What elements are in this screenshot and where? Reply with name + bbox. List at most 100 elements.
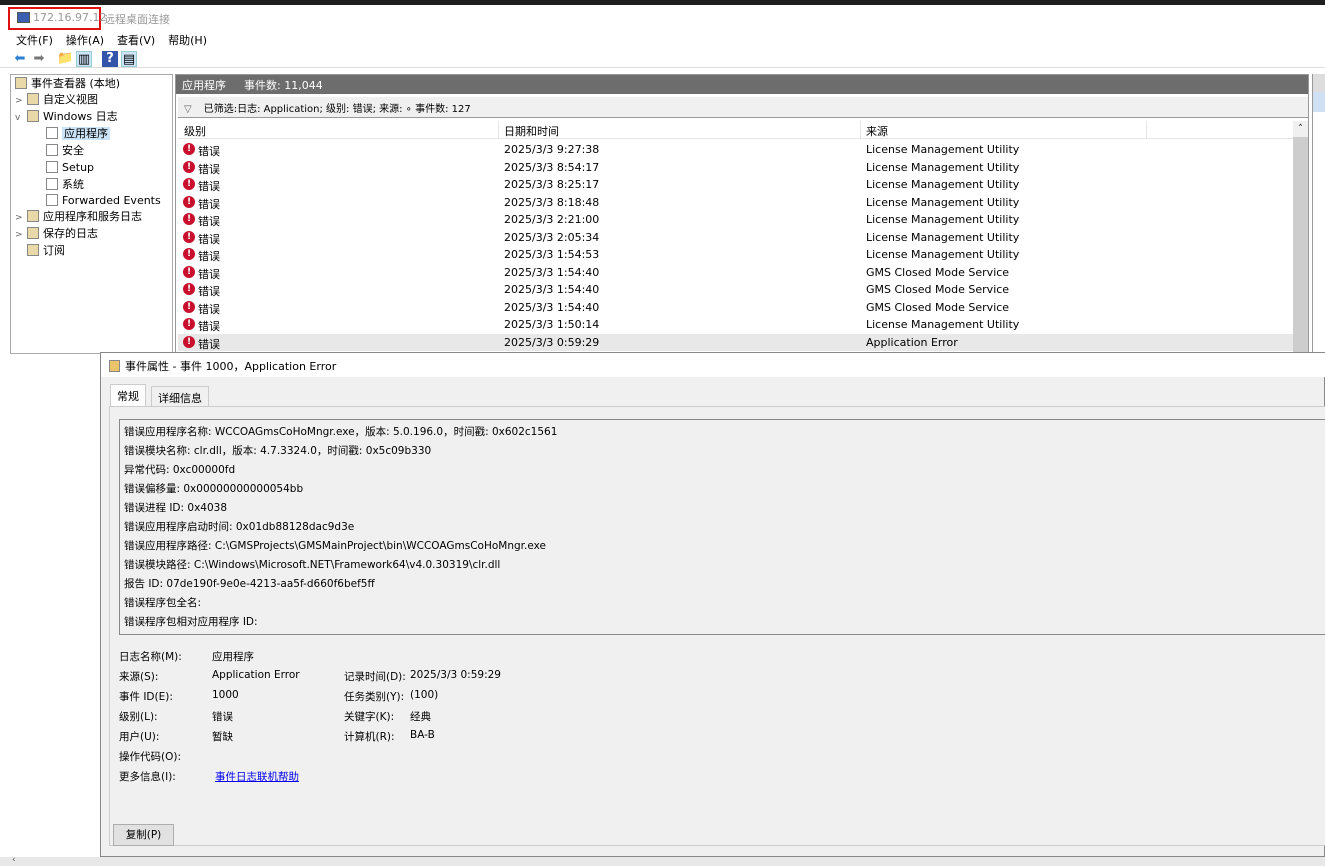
row-datetime: 2025/3/3 1:54:40	[504, 265, 600, 279]
tab-general[interactable]: 常规	[110, 384, 146, 406]
tree-item-windows-logs[interactable]: v Windows 日志	[15, 109, 118, 125]
menu-bar: 文件(F) 操作(A) 查看(V) 帮助(H)	[0, 30, 1325, 48]
tree-item-app-service-logs[interactable]: > 应用程序和服务日志	[15, 209, 142, 225]
column-divider[interactable]	[1146, 121, 1147, 139]
show-actions-icon[interactable]: ▤	[121, 51, 137, 67]
tree-root[interactable]: 事件查看器 (本地)	[15, 76, 120, 92]
subscription-icon	[27, 244, 39, 256]
horizontal-scrollbar[interactable]: ‹	[0, 855, 1325, 866]
scroll-up-icon[interactable]: ˄	[1293, 121, 1308, 137]
online-help-link[interactable]: 事件日志联机帮助	[215, 769, 299, 784]
forward-icon[interactable]: ➡	[31, 51, 47, 67]
tree-item-application[interactable]: 应用程序	[46, 126, 110, 142]
event-id-value[interactable]: 1000	[212, 689, 239, 701]
table-row[interactable]: ! 错误 2025/3/3 1:54:40 GMS Closed Mode Se…	[178, 264, 1293, 282]
row-datetime: 2025/3/3 0:59:29	[504, 335, 600, 349]
event-properties-icon	[109, 360, 120, 372]
vertical-scrollbar[interactable]	[1293, 121, 1308, 353]
log-name-value[interactable]: 应用程序	[212, 649, 254, 664]
window-app-title: 远程桌面连接	[104, 13, 170, 26]
show-tree-icon[interactable]: ▥	[76, 51, 92, 67]
help-icon[interactable]: ?	[102, 51, 118, 67]
tree-item-custom-views[interactable]: > 自定义视图	[15, 92, 98, 108]
actions-panel	[1312, 74, 1325, 354]
column-level[interactable]: 级别	[184, 123, 206, 139]
tree-item-setup[interactable]: Setup	[46, 160, 94, 176]
logged-value[interactable]: 2025/3/3 0:59:29	[410, 669, 501, 681]
log-icon	[46, 161, 58, 173]
user-value[interactable]: 暂缺	[212, 729, 233, 744]
row-level: 错误	[198, 145, 220, 158]
copy-button[interactable]: 复制(P)	[113, 824, 174, 846]
menu-help[interactable]: 帮助(H)	[168, 30, 214, 48]
actions-section[interactable]	[1313, 92, 1325, 112]
error-icon: !	[183, 265, 195, 278]
table-row[interactable]: ! 错误 2025/3/3 1:54:40 GMS Closed Mode Se…	[178, 281, 1293, 299]
dialog-title: 事件属性 - 事件 1000，Application Error	[125, 360, 337, 373]
tree-label: 保存的日志	[43, 227, 98, 240]
folder-icon	[27, 227, 39, 239]
tab-details[interactable]: 详细信息	[151, 386, 209, 406]
row-datetime: 2025/3/3 8:25:17	[504, 178, 600, 191]
tree-item-forwarded-events[interactable]: Forwarded Events	[46, 193, 161, 209]
table-row[interactable]: ! 错误 2025/3/3 8:25:17 License Management…	[178, 176, 1293, 194]
log-name-label: 日志名称(M):	[119, 651, 182, 663]
computer-value[interactable]: BA-B	[410, 729, 435, 741]
tree-label: 自定义视图	[43, 93, 98, 106]
collapse-icon[interactable]: v	[15, 110, 27, 126]
description-line: 错误程序包相对应用程序 ID:	[124, 616, 258, 628]
event-description[interactable]: 错误应用程序名称: WCCOAGmsCoHoMngr.exe，版本: 5.0.1…	[119, 419, 1325, 635]
error-icon: !	[183, 213, 195, 225]
keywords-label: 关键字(K):	[344, 711, 395, 723]
error-icon: !	[183, 195, 195, 208]
log-icon	[46, 194, 58, 206]
tree-item-system[interactable]: 系统	[46, 177, 84, 193]
more-info-label: 更多信息(I):	[119, 771, 176, 783]
tree-item-security[interactable]: 安全	[46, 143, 84, 159]
table-row[interactable]: ! 错误 2025/3/3 9:27:38 License Management…	[178, 141, 1293, 159]
tree-item-subscriptions[interactable]: 订阅	[27, 243, 65, 259]
up-folder-icon[interactable]: 📁	[57, 51, 73, 67]
table-row[interactable]: ! 错误 2025/3/3 8:54:17 License Management…	[178, 159, 1293, 177]
table-row[interactable]: ! 错误 2025/3/3 8:18:48 License Management…	[178, 194, 1293, 212]
scroll-left-icon[interactable]: ‹	[12, 855, 16, 865]
table-row[interactable]: ! 错误 2025/3/3 1:54:53 License Management…	[178, 246, 1293, 264]
expand-icon[interactable]: >	[15, 227, 27, 243]
table-row[interactable]: ! 错误 2025/3/3 1:50:14 License Management…	[178, 316, 1293, 334]
table-row[interactable]: ! 错误 2025/3/3 1:54:40 GMS Closed Mode Se…	[178, 299, 1293, 317]
row-level: 错误	[198, 232, 220, 246]
tree-item-saved-logs[interactable]: > 保存的日志	[15, 226, 98, 242]
table-row[interactable]: ! 错误 2025/3/3 2:05:34 License Management…	[178, 229, 1293, 247]
filter-text: 已筛选:日志: Application; 级别: 错误; 来源: ∘ 事件数: …	[203, 104, 471, 115]
table-row[interactable]: ! 错误 2025/3/3 0:59:29 Application Error	[178, 333, 1293, 351]
task-label: 任务类别(Y):	[344, 691, 405, 703]
row-datetime: 2025/3/3 1:54:53	[504, 248, 600, 261]
menu-action[interactable]: 操作(A)	[66, 30, 111, 48]
description-line: 错误应用程序名称: WCCOAGmsCoHoMngr.exe，版本: 5.0.1…	[124, 426, 558, 438]
column-datetime[interactable]: 日期和时间	[504, 123, 559, 139]
window-host: 172.16.97.12	[33, 11, 107, 24]
expand-icon[interactable]: >	[15, 93, 27, 109]
title-bar	[0, 5, 1325, 30]
keywords-value[interactable]: 经典	[410, 709, 431, 724]
row-level: 错误	[198, 197, 220, 211]
column-divider[interactable]	[860, 121, 861, 139]
table-row[interactable]: ! 错误 2025/3/3 2:21:00 License Management…	[178, 211, 1293, 229]
task-value[interactable]: (100)	[410, 689, 438, 701]
source-value[interactable]: Application Error	[212, 669, 300, 681]
row-source: License Management Utility	[866, 230, 1020, 244]
folder-icon	[27, 210, 39, 222]
back-icon[interactable]: ⬅	[12, 51, 28, 67]
filter-icon: ▽	[184, 104, 192, 115]
level-label: 级别(L):	[119, 711, 158, 723]
level-value[interactable]: 错误	[212, 709, 233, 724]
column-divider[interactable]	[498, 121, 499, 139]
expand-icon[interactable]: >	[15, 210, 27, 226]
tree-label: 安全	[62, 144, 84, 157]
filter-bar: ▽ 已筛选:日志: Application; 级别: 错误; 来源: ∘ 事件数:…	[178, 97, 1308, 118]
column-source[interactable]: 来源	[866, 123, 888, 139]
row-level: 错误	[198, 162, 220, 176]
menu-file[interactable]: 文件(F)	[16, 30, 60, 48]
menu-view[interactable]: 查看(V)	[117, 30, 162, 48]
row-source: License Management Utility	[866, 318, 1020, 331]
